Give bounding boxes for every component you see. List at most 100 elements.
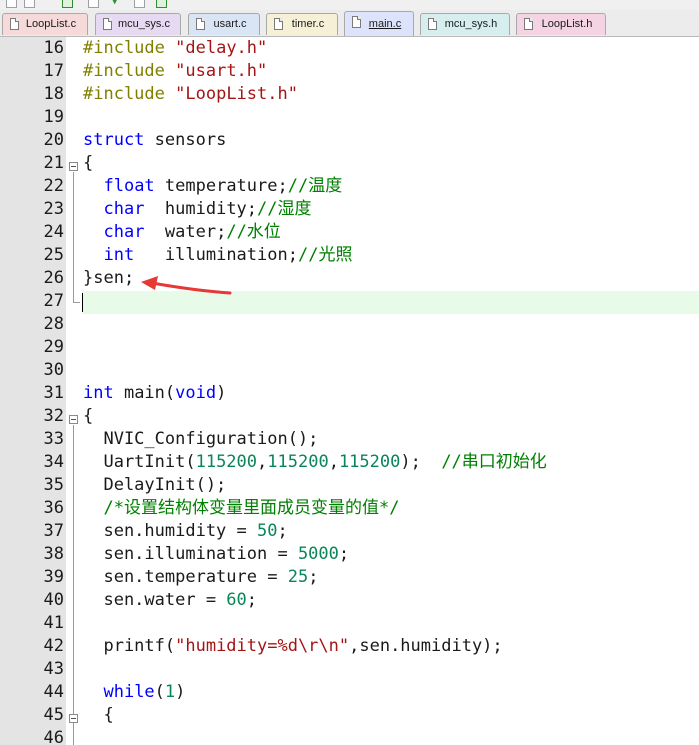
code-line[interactable]: 28 bbox=[0, 313, 699, 336]
line-number: 17 bbox=[43, 61, 64, 81]
code-line[interactable]: 42 printf("humidity=%d\r\n",sen.humidity… bbox=[0, 635, 699, 658]
code-line[interactable]: 24 char water;//水位 bbox=[0, 221, 699, 244]
tab-label: LoopList.c bbox=[25, 18, 77, 30]
code-line[interactable]: 18 #include "LoopList.h" bbox=[0, 83, 699, 106]
line-number: 16 bbox=[43, 38, 64, 58]
code-text: char humidity;//湿度 bbox=[103, 199, 312, 219]
line-number: 35 bbox=[43, 475, 64, 495]
fold-guide bbox=[73, 425, 74, 745]
code-line[interactable]: 32 { bbox=[0, 405, 699, 428]
code-line[interactable]: 27 bbox=[0, 290, 699, 313]
line-number: 43 bbox=[43, 659, 64, 679]
code-text: char water;//水位 bbox=[103, 222, 281, 242]
line-number: 27 bbox=[43, 291, 64, 311]
code-line[interactable]: 33 NVIC_Configuration(); bbox=[0, 428, 699, 451]
code-line[interactable]: 16 #include "delay.h" bbox=[0, 37, 699, 60]
fold-guide bbox=[73, 172, 74, 302]
code-text: UartInit(115200,115200,115200); //串口初始化 bbox=[83, 452, 547, 472]
code-text: int main(void) bbox=[83, 383, 227, 403]
line-number: 45 bbox=[43, 705, 64, 725]
code-line[interactable]: 22 float temperature;//温度 bbox=[0, 175, 699, 198]
code-text: { bbox=[83, 705, 114, 725]
code-editor[interactable]: 16 #include "delay.h" 17 #include "usart.h"… bbox=[0, 37, 699, 745]
line-number: 26 bbox=[43, 268, 64, 288]
code-text: float temperature;//温度 bbox=[103, 176, 343, 196]
code-line[interactable]: 29 bbox=[0, 336, 699, 359]
fold-toggle-struct[interactable] bbox=[69, 162, 78, 171]
line-number: 20 bbox=[43, 130, 64, 150]
tab-looplist-c[interactable]: LoopList.c bbox=[2, 13, 88, 35]
code-text: #include "LoopList.h" bbox=[83, 84, 298, 104]
code-line[interactable]: 45 { bbox=[0, 704, 699, 727]
line-number: 36 bbox=[43, 498, 64, 518]
fold-toggle-while[interactable] bbox=[69, 714, 78, 723]
code-line[interactable]: 36 /*设置结构体变量里面成员变量的值*/ bbox=[0, 497, 699, 520]
line-number: 32 bbox=[43, 406, 64, 426]
code-line[interactable]: 43 bbox=[0, 658, 699, 681]
code-text: #include "usart.h" bbox=[83, 61, 268, 81]
code-line[interactable]: 17 #include "usart.h" bbox=[0, 60, 699, 83]
line-number: 23 bbox=[43, 199, 64, 219]
code-line[interactable]: 34 UartInit(115200,115200,115200); //串口初… bbox=[0, 451, 699, 474]
text-caret bbox=[82, 293, 83, 312]
code-line[interactable]: 37 sen.humidity = 50; bbox=[0, 520, 699, 543]
code-line[interactable]: 26 }sen; bbox=[0, 267, 699, 290]
code-line[interactable]: 41 bbox=[0, 612, 699, 635]
code-text: sen.illumination = 5000; bbox=[83, 544, 350, 564]
code-text: NVIC_Configuration(); bbox=[83, 429, 319, 449]
debug-icon[interactable] bbox=[156, 0, 167, 8]
line-number: 29 bbox=[43, 337, 64, 357]
line-number: 28 bbox=[43, 314, 64, 334]
code-text: }sen; bbox=[83, 268, 135, 288]
line-number: 41 bbox=[43, 613, 64, 633]
code-line[interactable]: 20 struct sensors bbox=[0, 129, 699, 152]
code-line[interactable]: 30 bbox=[0, 359, 699, 382]
tab-label: main.c bbox=[368, 18, 402, 30]
code-line[interactable]: 21 { bbox=[0, 152, 699, 175]
code-line[interactable]: 25 int illumination;//光照 bbox=[0, 244, 699, 267]
check-icon[interactable] bbox=[134, 0, 145, 8]
tab-mcu-sys-c[interactable]: mcu_sys.c bbox=[95, 13, 181, 35]
code-line[interactable]: 23 char humidity;//湿度 bbox=[0, 198, 699, 221]
new-file-icon[interactable] bbox=[6, 0, 17, 8]
build-icon[interactable] bbox=[62, 0, 73, 8]
code-line[interactable]: 44 while(1) bbox=[0, 681, 699, 704]
code-line[interactable]: 39 sen.temperature = 25; bbox=[0, 566, 699, 589]
code-text: sen.humidity = 50; bbox=[83, 521, 288, 541]
tab-timer-c[interactable]: timer.c bbox=[266, 13, 338, 35]
save-icon[interactable] bbox=[24, 0, 35, 8]
code-line[interactable]: 31 int main(void) bbox=[0, 382, 699, 405]
tab-usart-c[interactable]: usart.c bbox=[188, 13, 260, 35]
line-number: 39 bbox=[43, 567, 64, 587]
code-text: /*设置结构体变量里面成员变量的值*/ bbox=[103, 498, 400, 518]
line-number: 37 bbox=[43, 521, 64, 541]
download-icon[interactable]: ▼ bbox=[112, 0, 123, 9]
tab-label: usart.c bbox=[213, 18, 247, 30]
ide-window: ▼ LoopList.c mcu_sys.c usart.c timer.c m… bbox=[0, 0, 699, 745]
code-text: sen.water = 60; bbox=[83, 590, 258, 610]
line-number: 46 bbox=[43, 728, 64, 745]
line-number: 34 bbox=[43, 452, 64, 472]
file-tab-bar: LoopList.c mcu_sys.c usart.c timer.c mai… bbox=[0, 10, 699, 37]
code-line[interactable]: 38 sen.illumination = 5000; bbox=[0, 543, 699, 566]
code-text: while(1) bbox=[103, 682, 186, 702]
code-text: sen.temperature = 25; bbox=[83, 567, 319, 587]
line-number: 24 bbox=[43, 222, 64, 242]
line-number: 18 bbox=[43, 84, 64, 104]
code-text: { bbox=[83, 153, 94, 173]
line-number: 31 bbox=[43, 383, 64, 403]
line-number: 21 bbox=[43, 153, 64, 173]
load-icon[interactable] bbox=[88, 0, 99, 8]
tab-looplist-h[interactable]: LoopList.h bbox=[516, 13, 606, 35]
fold-toggle-main[interactable] bbox=[69, 415, 78, 424]
tab-label: mcu_sys.h bbox=[444, 18, 498, 30]
code-line[interactable]: 40 sen.water = 60; bbox=[0, 589, 699, 612]
tab-main-c[interactable]: main.c bbox=[344, 11, 414, 36]
tab-label: mcu_sys.c bbox=[118, 18, 170, 30]
code-line[interactable]: 46 bbox=[0, 727, 699, 745]
code-line[interactable]: 35 DelayInit(); bbox=[0, 474, 699, 497]
tab-mcu-sys-h[interactable]: mcu_sys.h bbox=[420, 13, 510, 35]
code-text: DelayInit(); bbox=[83, 475, 227, 495]
line-number: 22 bbox=[43, 176, 64, 196]
code-line[interactable]: 19 bbox=[0, 106, 699, 129]
